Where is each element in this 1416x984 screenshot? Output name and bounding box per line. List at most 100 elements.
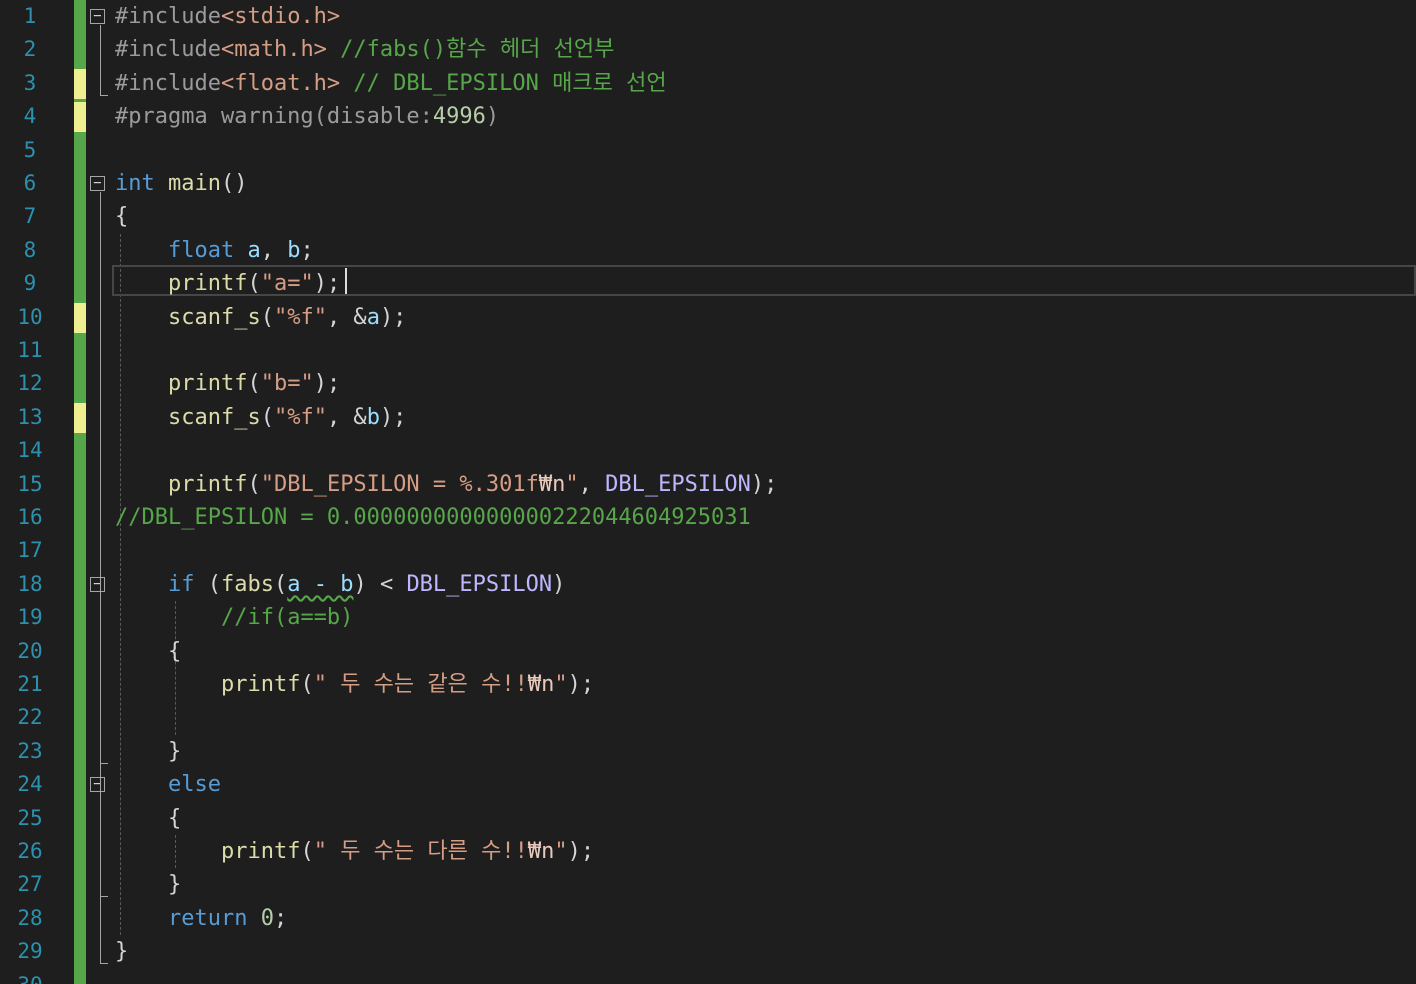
code-line[interactable]: printf("b="); <box>115 367 340 400</box>
line-number: 21 <box>17 672 43 696</box>
line-number: 14 <box>17 438 43 463</box>
code-token: printf <box>167 371 248 397</box>
line-number: 1 <box>23 4 37 28</box>
line-number: 26 <box>17 839 43 863</box>
code-line[interactable]: //if(a==b) <box>115 601 353 634</box>
code-token: ₩n <box>538 471 566 497</box>
line-number: 20 <box>17 638 43 663</box>
code-token: ) <box>485 104 500 130</box>
code-line[interactable]: printf("a="); <box>115 267 340 300</box>
code-token: ( <box>273 571 288 597</box>
collapse-region-icon[interactable]: − <box>90 9 105 24</box>
code-line[interactable]: #include<stdio.h> <box>115 0 340 33</box>
text-caret <box>345 268 347 294</box>
code-token: ₩n <box>527 839 555 864</box>
code-line[interactable]: #include<math.h> //fabs()함수 헤더 선언부 <box>115 33 614 66</box>
code-line[interactable]: } <box>115 735 181 768</box>
code-token: ( <box>247 371 261 397</box>
code-line[interactable]: { <box>115 635 181 668</box>
code-token: #include <box>115 4 221 29</box>
code-line[interactable]: //DBL_EPSILON = 0.0000000000000002220446… <box>115 501 751 534</box>
code-token: " <box>565 471 579 497</box>
code-token: scanf_s <box>167 304 261 330</box>
line-number: 25 <box>17 805 43 830</box>
code-token: a <box>247 237 261 263</box>
code-token: DBL_EPSILON <box>605 471 751 497</box>
code-token: #include <box>115 70 221 96</box>
line-number: 7 <box>23 204 37 229</box>
code-line[interactable]: else <box>115 768 221 801</box>
code-line[interactable]: int main() <box>115 167 247 200</box>
code-line[interactable]: printf("DBL_EPSILON = %.301f₩n", DBL_EPS… <box>115 468 777 501</box>
code-editor[interactable]: 1 2 3 4 5 6 7 8 9 10 11 12 13 14 15 16 17 18 19 20 21 22 23 24 2… <box>0 0 1416 984</box>
code-token: DBL_EPSILON <box>406 571 553 597</box>
code-token: ) <box>552 571 566 597</box>
fold-region-end <box>100 762 108 764</box>
code-token: int <box>115 171 155 196</box>
collapse-region-icon[interactable]: − <box>90 176 105 191</box>
code-line[interactable]: printf(" 두 수는 같은 수!!₩n"); <box>115 668 594 701</box>
code-token: ( <box>194 571 221 597</box>
code-token: ( <box>247 471 261 497</box>
code-token: { <box>167 638 182 664</box>
code-line[interactable]: scanf_s("%f", &b); <box>115 401 406 434</box>
line-number: 15 <box>17 471 43 496</box>
code-line[interactable]: { <box>115 200 128 233</box>
code-token: printf <box>167 271 248 297</box>
code-token: , & <box>326 404 367 430</box>
code-token: //fabs()함수 헤더 선언부 <box>326 37 615 63</box>
code-token: printf <box>220 839 301 864</box>
line-number: 30 <box>0 969 60 984</box>
code-token: ( <box>260 304 274 330</box>
code-token: , <box>578 471 606 497</box>
collapse-region-icon[interactable]: − <box>90 777 105 793</box>
code-token: " <box>554 839 568 864</box>
code-line[interactable]: { <box>115 802 181 835</box>
fold-region-end <box>100 896 108 898</box>
code-token: #pragma warning(disable: <box>115 104 433 130</box>
fold-region-end <box>100 94 108 96</box>
code-token: () <box>220 171 248 196</box>
code-line[interactable]: #include<float.h> // DBL_EPSILON 매크로 선언 <box>115 67 667 100</box>
code-token: { <box>115 204 129 230</box>
unsaved-change-marker <box>74 402 86 433</box>
code-token: b <box>287 237 301 263</box>
code-token: // DBL_EPSILON 매크로 선언 <box>340 70 667 96</box>
line-number: 27 <box>17 872 43 897</box>
code-token: "%f" <box>273 404 327 430</box>
code-token: , <box>260 237 288 263</box>
code-token: ); <box>313 271 341 297</box>
code-token: ); <box>567 672 595 697</box>
code-token: <math.h> <box>220 37 327 63</box>
code-token: ( <box>247 271 261 297</box>
line-number: 23 <box>17 738 43 763</box>
fold-region-line <box>100 25 101 95</box>
code-token: a - b <box>287 571 354 597</box>
collapse-region-icon[interactable]: − <box>90 576 105 592</box>
line-number: 29 <box>17 939 43 964</box>
code-line[interactable]: float a, b; <box>115 234 314 267</box>
code-token: ( <box>260 404 274 430</box>
code-token: ); <box>313 371 341 397</box>
code-line[interactable]: } <box>115 935 128 968</box>
code-token: ) < <box>353 571 407 597</box>
code-line[interactable]: } <box>115 868 181 901</box>
code-token: b <box>366 404 380 430</box>
code-line[interactable]: if (fabs(a - b) < DBL_EPSILON) <box>115 568 565 601</box>
code-line[interactable]: return 0; <box>115 902 287 935</box>
code-line[interactable]: #pragma warning(disable:4996) <box>115 100 499 133</box>
code-line[interactable]: scanf_s("%f", &a); <box>115 301 406 334</box>
line-number: 18 <box>17 571 43 596</box>
code-token: , & <box>326 304 367 330</box>
line-number: 3 <box>23 70 37 95</box>
code-token: ( <box>300 672 314 697</box>
code-token: //DBL_EPSILON = 0.0000000000000002220446… <box>115 505 751 530</box>
code-line[interactable]: printf(" 두 수는 다른 수!!₩n"); <box>115 835 594 868</box>
